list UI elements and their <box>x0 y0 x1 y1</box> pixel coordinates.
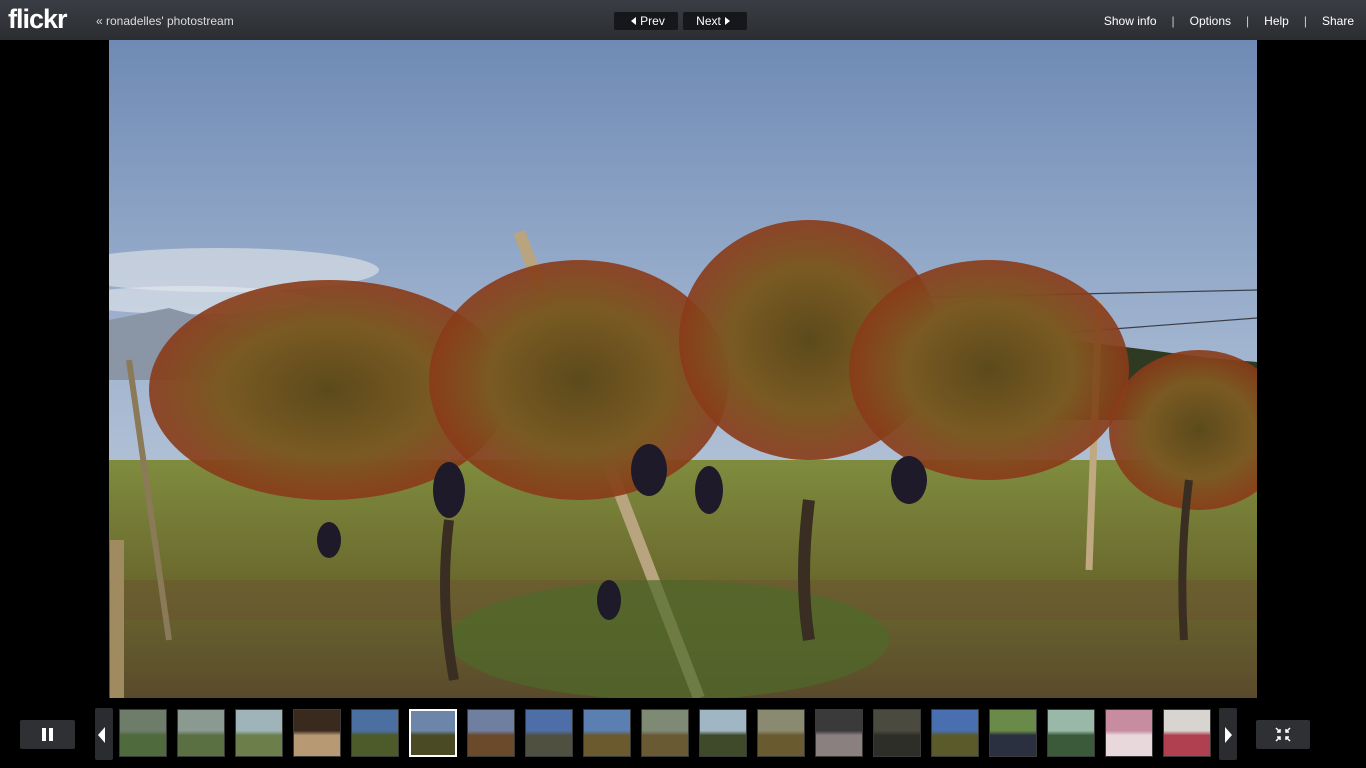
top-menu: Show info | Options | Help | Share <box>1104 14 1354 28</box>
filmstrip-prev-button[interactable] <box>95 708 113 760</box>
thumbnail[interactable] <box>815 709 863 757</box>
share-link[interactable]: Share <box>1322 14 1354 28</box>
thumbnail[interactable] <box>177 709 225 757</box>
exit-fullscreen-button[interactable] <box>1256 720 1310 749</box>
prev-button[interactable]: Prev <box>614 12 678 30</box>
vineyard-photo <box>109 40 1257 698</box>
help-link[interactable]: Help <box>1264 14 1289 28</box>
menu-separator: | <box>1246 14 1250 28</box>
show-info-link[interactable]: Show info <box>1104 14 1157 28</box>
chevron-right-icon <box>724 16 730 25</box>
flickr-logo[interactable]: flickr <box>8 4 68 35</box>
next-button[interactable]: Next <box>683 12 747 30</box>
thumbnail[interactable] <box>931 709 979 757</box>
pause-icon <box>49 728 53 741</box>
thumbnail[interactable] <box>351 709 399 757</box>
thumbnail[interactable] <box>293 709 341 757</box>
photostream-back-link[interactable]: « ronadelles' photostream <box>96 14 234 28</box>
exit-fullscreen-icon <box>1275 727 1291 742</box>
thumbnail[interactable] <box>757 709 805 757</box>
thumbnail[interactable] <box>989 709 1037 757</box>
thumbnail[interactable] <box>583 709 631 757</box>
thumbnail[interactable] <box>1105 709 1153 757</box>
chevron-left-icon <box>98 727 105 743</box>
thumbnail[interactable] <box>467 709 515 757</box>
filmstrip-next-button[interactable] <box>1219 708 1237 760</box>
menu-separator: | <box>1171 14 1175 28</box>
next-label: Next <box>696 14 721 28</box>
thumbnail[interactable] <box>1163 709 1211 757</box>
thumbnail[interactable] <box>235 709 283 757</box>
thumbnail[interactable] <box>119 709 167 757</box>
thumbnail[interactable] <box>699 709 747 757</box>
thumbnail[interactable] <box>1047 709 1095 757</box>
chevron-right-icon <box>1225 727 1232 743</box>
pause-icon <box>42 728 46 741</box>
prev-label: Prev <box>640 14 665 28</box>
chevron-left-icon <box>631 16 637 25</box>
main-photo[interactable] <box>109 40 1257 698</box>
thumbnail[interactable] <box>409 709 457 757</box>
menu-separator: | <box>1303 14 1307 28</box>
thumbnail[interactable] <box>873 709 921 757</box>
top-bar: flickr « ronadelles' photostream Prev Ne… <box>0 0 1366 40</box>
thumbnail[interactable] <box>641 709 689 757</box>
thumbnail[interactable] <box>525 709 573 757</box>
options-link[interactable]: Options <box>1190 14 1231 28</box>
thumbnail-strip <box>119 709 1214 759</box>
pause-button[interactable] <box>20 720 75 749</box>
